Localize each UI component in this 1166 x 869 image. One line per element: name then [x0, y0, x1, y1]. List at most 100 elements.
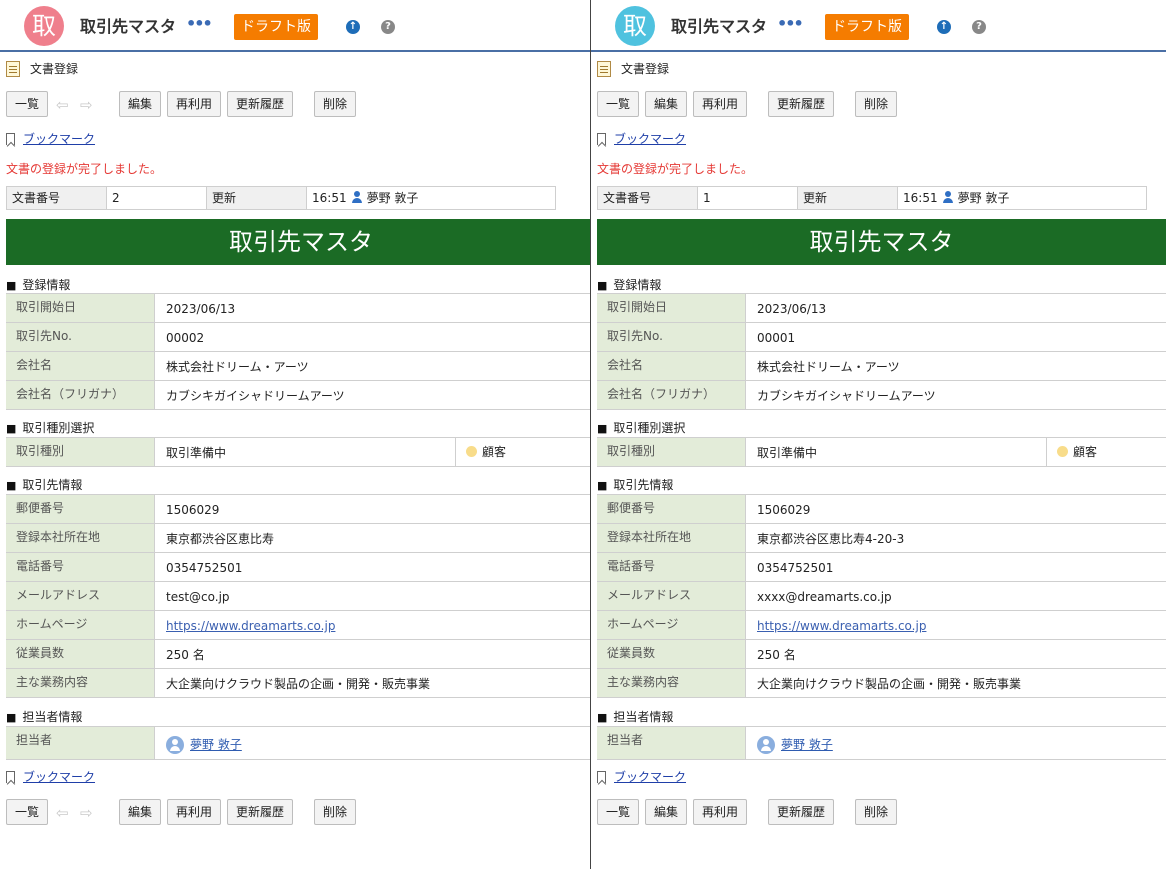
field-label: 郵便番号: [6, 495, 155, 523]
success-message: 文書の登録が完了しました。: [6, 162, 163, 176]
homepage-link[interactable]: https://www.dreamarts.co.jp: [166, 619, 335, 633]
top-toolbar: 一覧 ⇦ ⇨ 編集 再利用 更新履歴 削除: [6, 91, 366, 117]
owner-link[interactable]: 夢野 敦子: [781, 738, 833, 752]
table-row: 従業員数 250 名: [597, 640, 1166, 669]
avatar: [166, 735, 184, 754]
table-row: メールアドレス test@co.jp: [6, 582, 590, 611]
doc-no-label: 文書番号: [598, 187, 698, 209]
help-icon[interactable]: ?: [972, 20, 986, 34]
history-button[interactable]: 更新履歴: [768, 799, 834, 825]
bookmark-icon: [6, 132, 15, 145]
app-icon[interactable]: 取: [24, 6, 64, 46]
field-value: 1506029: [166, 503, 220, 517]
updated-user[interactable]: 夢野 敦子: [958, 191, 1010, 205]
list-button[interactable]: 一覧: [597, 799, 639, 825]
reuse-button[interactable]: 再利用: [167, 91, 221, 117]
table-row: ホームページ https://www.dreamarts.co.jp: [6, 611, 590, 640]
list-button[interactable]: 一覧: [597, 91, 639, 117]
app-icon[interactable]: 取: [615, 6, 655, 46]
field-label: 電話番号: [6, 553, 155, 581]
owner-link[interactable]: 夢野 敦子: [190, 738, 242, 752]
edit-button[interactable]: 編集: [119, 799, 161, 825]
table-row: 取引種別 取引準備中 顧客: [6, 438, 590, 467]
bookmark-link[interactable]: ブックマーク: [614, 770, 686, 784]
updated-time: 16:51: [312, 191, 347, 205]
field-value: 株式会社ドリーム・アーツ: [757, 360, 900, 374]
homepage-link[interactable]: https://www.dreamarts.co.jp: [757, 619, 926, 633]
list-button[interactable]: 一覧: [6, 91, 48, 117]
transaction-type-rows: 取引種別 取引準備中 顧客: [6, 437, 590, 467]
app-title[interactable]: 取引先マスタ: [671, 13, 767, 37]
edit-button[interactable]: 編集: [645, 799, 687, 825]
updated-user[interactable]: 夢野 敦子: [367, 191, 419, 205]
field-label: 取引種別: [6, 438, 155, 466]
field-value: 大企業向けクラウド製品の企画・開発・販売事業: [757, 677, 1022, 691]
section-registration: 登録情報: [597, 276, 661, 293]
table-row: 電話番号 0354752501: [597, 553, 1166, 582]
field-label: メールアドレス: [597, 582, 746, 610]
help-icon[interactable]: ?: [381, 20, 395, 34]
type-badge: 顧客: [1046, 438, 1166, 466]
app-header: 取 取引先マスタ ••• ドラフト版 ↑ ?: [591, 0, 1166, 52]
updated-label: 更新: [798, 187, 898, 209]
registration-rows: 取引開始日 2023/06/13 取引先No. 00001 会社名 株式会社ドリーム・…: [597, 293, 1166, 410]
field-value: 夢野 敦子: [166, 729, 242, 757]
edit-button[interactable]: 編集: [645, 91, 687, 117]
reuse-button[interactable]: 再利用: [693, 91, 747, 117]
document-icon: [597, 60, 611, 77]
field-label: 取引開始日: [6, 294, 155, 322]
section-registration: 登録情報: [6, 276, 70, 293]
doc-registration-heading: 文書登録: [6, 60, 78, 78]
edit-button[interactable]: 編集: [119, 91, 161, 117]
field-label: 会社名（フリガナ）: [6, 381, 155, 409]
reuse-button[interactable]: 再利用: [167, 799, 221, 825]
avatar: [757, 735, 775, 754]
field-value: 1506029: [757, 503, 811, 517]
history-button[interactable]: 更新履歴: [227, 91, 293, 117]
owner-rows: 担当者 夢野 敦子: [597, 726, 1166, 760]
bookmark-bottom: ブックマーク: [6, 768, 95, 786]
draft-badge[interactable]: ドラフト版: [825, 14, 909, 40]
list-button[interactable]: 一覧: [6, 799, 48, 825]
next-arrow-icon[interactable]: ⇨: [80, 804, 93, 822]
user-icon: [351, 191, 362, 203]
bookmark-link[interactable]: ブックマーク: [23, 132, 95, 146]
doc-registration-label: 文書登録: [30, 62, 79, 76]
more-icon[interactable]: •••: [186, 14, 213, 33]
table-row: 主な業務内容 大企業向けクラウド製品の企画・開発・販売事業: [597, 669, 1166, 698]
more-icon[interactable]: •••: [777, 14, 804, 33]
bottom-toolbar: 一覧 ⇦ ⇨ 編集 再利用 更新履歴 削除: [6, 799, 366, 825]
doc-no-label: 文書番号: [7, 187, 107, 209]
updated-value: 16:51 夢野 敦子: [898, 187, 1146, 209]
doc-registration-heading: 文書登録: [597, 60, 669, 78]
client-rows: 郵便番号 1506029 登録本社所在地 東京都渋谷区恵比寿4-20-3 電話番号 0…: [597, 494, 1166, 698]
delete-button[interactable]: 削除: [314, 91, 356, 117]
field-value: xxxx@dreamarts.co.jp: [757, 590, 892, 604]
app-title[interactable]: 取引先マスタ: [80, 13, 176, 37]
field-value: カブシキガイシャドリームアーツ: [757, 389, 936, 403]
upload-icon[interactable]: ↑: [346, 20, 360, 34]
field-value: 取引準備中: [166, 446, 227, 460]
delete-button[interactable]: 削除: [855, 91, 897, 117]
field-value: 250 名: [166, 648, 205, 662]
bookmark-link[interactable]: ブックマーク: [614, 132, 686, 146]
next-arrow-icon[interactable]: ⇨: [80, 96, 93, 114]
field-label: 登録本社所在地: [597, 524, 746, 552]
delete-button[interactable]: 削除: [855, 799, 897, 825]
table-row: 会社名（フリガナ） カブシキガイシャドリームアーツ: [597, 381, 1166, 410]
upload-icon[interactable]: ↑: [937, 20, 951, 34]
prev-arrow-icon[interactable]: ⇦: [56, 804, 69, 822]
delete-button[interactable]: 削除: [314, 799, 356, 825]
bookmark-link[interactable]: ブックマーク: [23, 770, 95, 784]
history-button[interactable]: 更新履歴: [768, 91, 834, 117]
field-label: 担当者: [6, 727, 155, 759]
prev-arrow-icon[interactable]: ⇦: [56, 96, 69, 114]
draft-badge[interactable]: ドラフト版: [234, 14, 318, 40]
bookmark-icon: [597, 770, 606, 783]
history-button[interactable]: 更新履歴: [227, 799, 293, 825]
user-icon: [942, 191, 953, 203]
reuse-button[interactable]: 再利用: [693, 799, 747, 825]
field-value: 00002: [166, 331, 205, 345]
field-value: https://www.dreamarts.co.jp: [166, 611, 335, 639]
field-label: 郵便番号: [597, 495, 746, 523]
